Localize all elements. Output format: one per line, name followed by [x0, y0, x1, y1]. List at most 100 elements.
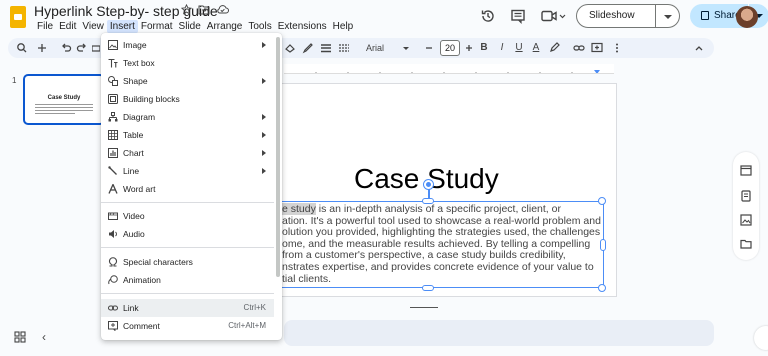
- text-color-button[interactable]: A: [530, 40, 542, 56]
- menu-help[interactable]: Help: [330, 20, 357, 33]
- menu-item-label: Image: [123, 40, 147, 50]
- border-color-icon[interactable]: [302, 40, 314, 56]
- menu-item-comment[interactable]: Comment Ctrl+Alt+M: [101, 317, 274, 335]
- move-folder-icon[interactable]: [198, 4, 210, 15]
- fill-color-icon[interactable]: [284, 40, 296, 56]
- italic-button[interactable]: I: [496, 40, 508, 56]
- font-size-field[interactable]: 20: [440, 40, 460, 56]
- speaker-notes-area[interactable]: [284, 320, 714, 346]
- rotate-handle[interactable]: [424, 180, 433, 189]
- grid-view-icon[interactable]: [14, 331, 26, 343]
- menu-item-line[interactable]: Line: [101, 162, 274, 180]
- add-comment-icon: [108, 321, 118, 331]
- submenu-arrow-icon: [262, 150, 266, 156]
- thumb-text-line: [35, 110, 93, 111]
- menu-item-video[interactable]: Video: [101, 207, 274, 225]
- avatar[interactable]: [736, 6, 758, 28]
- menu-item-diagram[interactable]: Diagram: [101, 108, 274, 126]
- menu-item-animation[interactable]: Animation: [101, 271, 274, 289]
- menu-insert[interactable]: Insert: [106, 20, 138, 33]
- thumb-text-line: [35, 113, 75, 114]
- slide-thumbnail[interactable]: Case Study: [23, 74, 105, 125]
- menu-item-word-art[interactable]: Word art: [101, 180, 274, 198]
- menu-view[interactable]: View: [79, 20, 107, 33]
- image-search-icon[interactable]: [740, 214, 752, 226]
- border-dash-icon[interactable]: [338, 40, 350, 56]
- shape-icon: [108, 76, 118, 86]
- menu-item-image[interactable]: Image: [101, 36, 274, 54]
- title-bar: Hyperlink Step-by- step guide File Edit …: [0, 0, 768, 36]
- menu-arrange[interactable]: Arrange: [204, 20, 246, 33]
- horizontal-ruler[interactable]: [284, 64, 614, 74]
- border-weight-icon[interactable]: [320, 40, 332, 56]
- menu-item-text-box[interactable]: Text box: [101, 54, 274, 72]
- body-line: tial clients.: [282, 272, 332, 285]
- slide-body-text[interactable]: e study is an in-depth analysis of a spe…: [282, 203, 602, 285]
- resize-handle-bottom-right[interactable]: [598, 284, 606, 292]
- decrease-font-size-icon[interactable]: [424, 40, 434, 56]
- resize-handle-top-right[interactable]: [598, 197, 606, 205]
- resize-handle-bottom[interactable]: [422, 285, 434, 291]
- menu-item-audio[interactable]: Audio: [101, 225, 274, 243]
- folder-icon[interactable]: [740, 238, 752, 250]
- top-right-actions: Slideshow Share: [468, 4, 768, 30]
- more-options-icon[interactable]: [614, 40, 620, 56]
- menu-slide[interactable]: Slide: [176, 20, 204, 33]
- redo-icon[interactable]: [76, 40, 88, 56]
- collapse-menus-icon[interactable]: [694, 40, 704, 56]
- menu-item-label: Comment: [123, 321, 160, 331]
- show-side-panel-button[interactable]: [754, 326, 768, 350]
- notes-resize-handle[interactable]: [410, 307, 438, 308]
- search-menus-icon[interactable]: [16, 40, 28, 56]
- menu-scrollbar[interactable]: [276, 37, 280, 277]
- menu-item-label: Link: [123, 303, 139, 313]
- menu-extensions[interactable]: Extensions: [275, 20, 330, 33]
- insert-link-icon[interactable]: [573, 40, 585, 56]
- menu-item-label: Animation: [123, 275, 161, 285]
- menu-item-table[interactable]: Table: [101, 126, 274, 144]
- cloud-status-icon[interactable]: [216, 4, 229, 15]
- keep-icon[interactable]: [740, 190, 752, 202]
- menu-item-shortcut: Ctrl+Alt+M: [228, 321, 266, 330]
- menu-item-building-blocks[interactable]: Building blocks: [101, 90, 274, 108]
- slides-logo-icon[interactable]: [10, 6, 26, 28]
- menu-item-label: Line: [123, 166, 140, 176]
- menu-item-label: Word art: [123, 184, 156, 194]
- body-line: e study is an in-depth analysis of a spe…: [282, 203, 602, 216]
- resize-handle-right[interactable]: [600, 239, 606, 251]
- menu-item-shape[interactable]: Shape: [101, 72, 274, 90]
- highlight-color-icon[interactable]: [548, 40, 560, 56]
- submenu-arrow-icon: [262, 132, 266, 138]
- submenu-arrow-icon: [262, 114, 266, 120]
- add-comment-icon[interactable]: [591, 40, 603, 56]
- underline-button[interactable]: U: [513, 40, 525, 56]
- menu-item-chart[interactable]: Chart: [101, 144, 274, 162]
- menu-edit[interactable]: Edit: [56, 20, 79, 33]
- add-icon[interactable]: [36, 40, 48, 56]
- increase-font-size-icon[interactable]: [464, 40, 474, 56]
- text-box-icon: [108, 58, 118, 68]
- resize-handle-top[interactable]: [422, 198, 434, 204]
- lock-icon: [701, 11, 709, 20]
- menu-tools[interactable]: Tools: [245, 20, 274, 33]
- slideshow-button[interactable]: Slideshow: [576, 4, 656, 28]
- menu-format[interactable]: Format: [138, 20, 176, 33]
- version-history-icon[interactable]: [480, 8, 496, 24]
- body-line: nstrates expertise, and provides concret…: [282, 260, 594, 273]
- undo-icon[interactable]: [60, 40, 72, 56]
- slideshow-dropdown-button[interactable]: [656, 4, 680, 28]
- chevron-down-icon[interactable]: [402, 40, 410, 56]
- star-icon[interactable]: [181, 4, 192, 15]
- bold-button[interactable]: B: [478, 40, 490, 56]
- slide-title[interactable]: Case Study: [354, 163, 499, 195]
- comments-icon[interactable]: [510, 8, 526, 24]
- menu-file[interactable]: File: [34, 20, 56, 33]
- collapse-filmstrip-icon[interactable]: ‹: [42, 330, 46, 344]
- meet-icon[interactable]: [540, 8, 566, 24]
- menu-item-link[interactable]: Link Ctrl+K: [101, 299, 274, 317]
- menu-item-label: Video: [123, 211, 145, 221]
- calendar-icon[interactable]: [740, 164, 752, 176]
- menu-item-special-characters[interactable]: Special characters: [101, 253, 274, 271]
- line-icon: [108, 166, 117, 175]
- print-icon[interactable]: [92, 40, 100, 56]
